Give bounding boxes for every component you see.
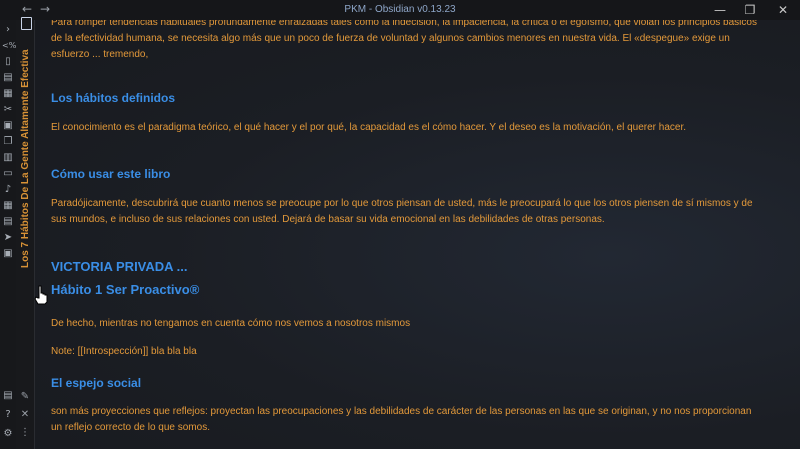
paragraph-paradojicamente: Paradójicamente, descubrirá que cuanto m… [51, 198, 753, 225]
slides-icon[interactable]: ▭ [2, 168, 14, 180]
help-icon[interactable]: ? [2, 409, 14, 421]
document-icon [21, 17, 32, 30]
template-icon[interactable]: ▥ [2, 152, 14, 164]
tools-icon[interactable]: ✂ [2, 104, 14, 116]
settings-icon[interactable]: ⚙ [2, 428, 14, 440]
paragraph-proyecciones: son más proyecciones que reflejos: proye… [51, 406, 752, 433]
editor-pane[interactable]: Para romper tendencias habituales profun… [35, 20, 800, 449]
grid-icon[interactable]: ▦ [2, 200, 14, 212]
heading-habito-1: Hábito 1 Ser Proactivo® [51, 282, 200, 297]
paragraph-note: Note: [[Introspección]] bla bla bla [51, 346, 197, 357]
title-bar: ← → PKM - Obsidian v0.13.23 — ❐ ✕ [0, 0, 800, 20]
pages-icon[interactable]: ▦ [2, 88, 14, 100]
close-pane-icon[interactable]: ✕ [19, 409, 31, 421]
intro-paragraph: Para romper tendencias habituales profun… [51, 20, 757, 60]
terminal-icon[interactable]: ▤ [2, 390, 14, 402]
graph-icon[interactable]: ▤ [2, 72, 14, 84]
sliding-pane-strip[interactable]: Los 7 Hábitos De La Gente Altamente Efec… [16, 20, 35, 449]
code-icon[interactable]: <% [2, 40, 16, 52]
heading-como-usar: Cómo usar este libro [51, 167, 171, 181]
minimize-icon[interactable]: — [705, 0, 735, 20]
window-title: PKM - Obsidian v0.13.23 [344, 4, 456, 15]
mic-icon[interactable]: ♪ [2, 184, 14, 196]
copy-icon[interactable]: ❐ [2, 136, 14, 148]
maximize-icon[interactable]: ❐ [735, 0, 765, 20]
paragraph-de-hecho: De hecho, mientras no tengamos en cuenta… [51, 318, 411, 329]
pencil-icon[interactable]: ✎ [19, 391, 31, 403]
left-ribbon: › <% ▯ ▤ ▦ ✂ ▣ ❐ ▥ ▭ ♪ ▦ ▤ ➤ ▣ ▤ ? ⚙ [0, 20, 16, 449]
heading-victoria-privada: VICTORIA PRIVADA ... [51, 259, 188, 274]
chevron-right-icon[interactable]: › [2, 24, 14, 36]
note-title-vertical[interactable]: Los 7 Hábitos De La Gente Altamente Efec… [18, 49, 34, 268]
heading-habitos-definidos: Los hábitos definidos [51, 91, 176, 105]
calendar-alt-icon[interactable]: ▣ [2, 248, 14, 260]
more-options-icon[interactable]: ⋮ [19, 427, 31, 439]
heading-espejo-social: El espejo social [51, 376, 142, 390]
table-icon[interactable]: ▤ [2, 216, 14, 228]
file-icon[interactable]: ▯ [2, 56, 14, 68]
calendar-icon[interactable]: ▣ [2, 120, 14, 132]
hand-cursor-icon [34, 285, 48, 305]
send-icon[interactable]: ➤ [2, 232, 14, 244]
paragraph-conocimiento: El conocimiento es el paradigma teórico,… [51, 122, 686, 133]
close-icon[interactable]: ✕ [768, 0, 798, 20]
